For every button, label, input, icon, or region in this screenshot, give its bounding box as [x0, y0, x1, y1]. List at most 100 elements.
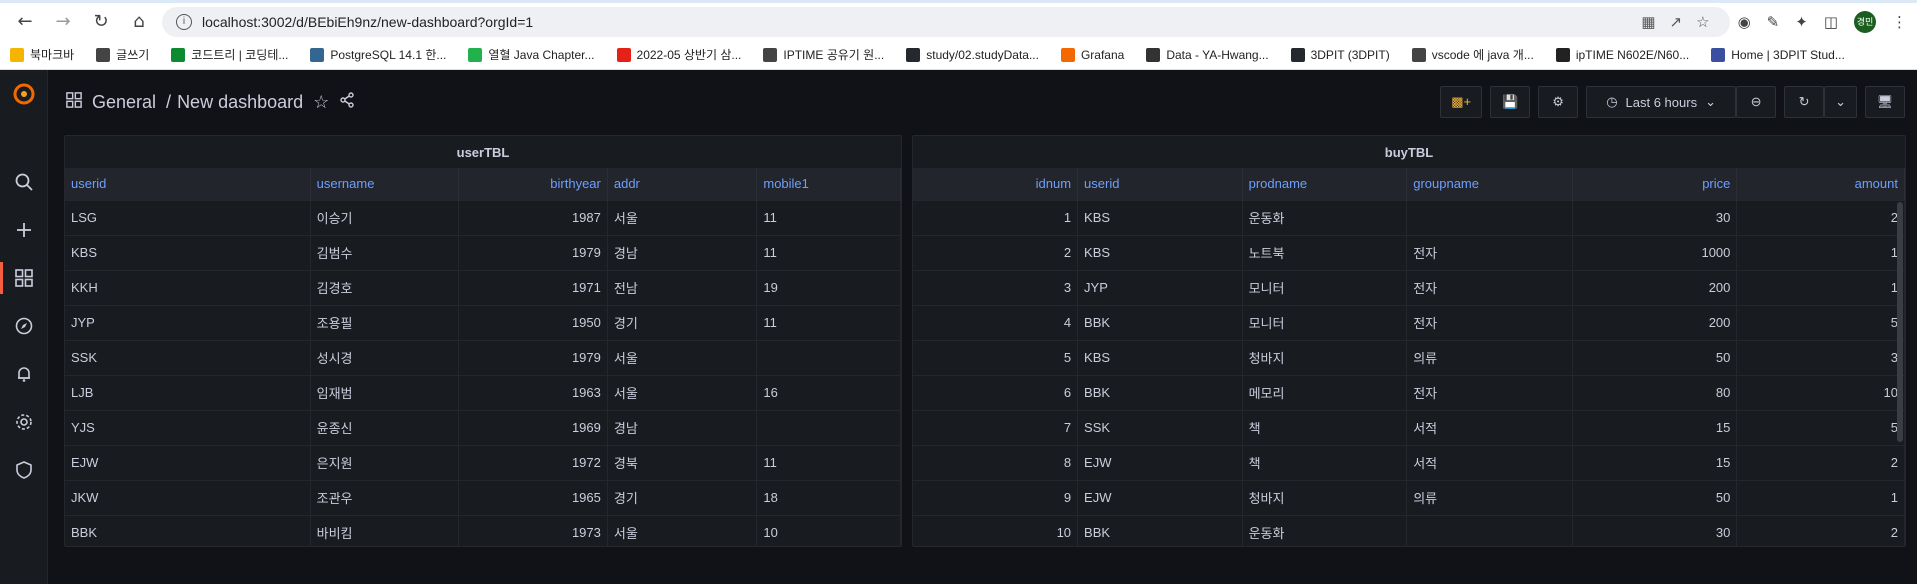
table-cell-userid: JYP [1077, 269, 1243, 305]
favorite-star-icon[interactable]: ☆ [313, 92, 329, 113]
breadcrumb-folder[interactable]: General [92, 92, 156, 113]
table-cell-birthyear: 1973 [458, 514, 608, 546]
table-row: KBS 김범수 1979 경남 11 [65, 234, 901, 270]
column-header-userid[interactable]: userid [1077, 168, 1243, 200]
table-cell-prodname: 메모리 [1242, 374, 1408, 410]
scrollbar[interactable] [1897, 202, 1903, 442]
profile-avatar[interactable]: 경민 [1854, 10, 1876, 33]
table-cell-groupname [1406, 199, 1573, 235]
column-header-idnum[interactable]: idnum [913, 168, 1079, 200]
table-cell-price: 200 [1572, 269, 1738, 305]
table-cell-price: 30 [1572, 514, 1738, 546]
column-header-mobile1[interactable]: mobile1 [756, 168, 901, 200]
table-cell-groupname: 전자 [1406, 269, 1573, 305]
bookmark-favicon-icon [763, 47, 778, 62]
configuration-gear-icon[interactable] [0, 406, 48, 438]
table-cell-userid: KBS [1077, 234, 1243, 270]
extensions-puzzle-icon[interactable]: ✦ [1795, 13, 1808, 31]
bookmark-item[interactable]: 열혈 Java Chapter... [468, 46, 595, 63]
table-cell-amount: 2 [1736, 199, 1905, 235]
table-cell-idnum: 5 [913, 339, 1079, 375]
table-cell-birthyear: 1963 [458, 374, 608, 410]
home-icon[interactable]: ⌂ [124, 7, 154, 37]
column-header-amount[interactable]: amount [1736, 168, 1905, 200]
chevron-down-icon: ⌄ [1835, 94, 1846, 109]
column-header-prodname[interactable]: prodname [1242, 168, 1408, 200]
column-header-price[interactable]: price [1572, 168, 1738, 200]
bookmark-item[interactable]: IPTIME 공유기 원... [763, 46, 884, 63]
bookmark-item[interactable]: Home | 3DPIT Stud... [1711, 47, 1845, 62]
server-admin-shield-icon[interactable] [0, 454, 48, 486]
search-icon[interactable] [0, 166, 48, 198]
side-panel-icon[interactable]: ◫ [1824, 13, 1838, 31]
table-cell-userid: BBK [1077, 304, 1243, 340]
menu-dots-icon[interactable]: ⋮ [1892, 13, 1907, 31]
bookmark-item[interactable]: vscode 에 java 개... [1411, 46, 1534, 63]
bookmark-item[interactable]: 2022-05 상반기 삼... [616, 46, 742, 63]
camera-icon[interactable]: ◉ [1738, 13, 1751, 31]
table-cell-prodname: 책 [1242, 409, 1408, 445]
zoom-out-button[interactable]: ⊖ [1736, 86, 1777, 118]
grafana-logo-icon[interactable] [0, 78, 48, 110]
forward-icon[interactable]: → [48, 7, 78, 37]
bookmark-favicon-icon [10, 47, 24, 62]
add-panel-icon: ▩+ [1451, 94, 1472, 109]
dashboard-settings-button[interactable]: ⚙ [1538, 86, 1579, 118]
bookmark-label: vscode 에 java 개... [1431, 48, 1534, 62]
time-picker-button[interactable]: ◷ Last 6 hours ⌄ [1586, 86, 1737, 118]
table-cell-addr: 서울 [607, 199, 758, 235]
refresh-interval-button[interactable]: ⌄ [1824, 86, 1857, 118]
refresh-button[interactable]: ↻ [1784, 86, 1825, 118]
bookmark-item[interactable]: 북마크바 [10, 46, 74, 63]
translate-icon[interactable]: ▦ [1641, 13, 1655, 31]
address-bar[interactable]: i localhost:3002/d/BEbiEh9nz/new-dashboa… [162, 6, 1730, 37]
create-plus-icon[interactable] [0, 214, 48, 246]
table-cell-idnum: 1 [913, 199, 1079, 235]
table-cell-username: 은지원 [310, 444, 460, 480]
tv-mode-button[interactable]: 🖥 [1865, 86, 1905, 118]
bookmark-favicon-icon [310, 47, 325, 62]
bookmark-favicon-icon [1290, 47, 1305, 62]
column-header-username[interactable]: username [310, 168, 460, 200]
table-row: 2 KBS 노트북 전자 1000 1 [913, 234, 1905, 270]
table-cell-addr: 경기 [607, 479, 758, 515]
back-icon[interactable]: ← [10, 7, 40, 37]
dashboard-title[interactable]: New dashboard [177, 92, 303, 113]
panel-title[interactable]: buyTBL [913, 136, 1905, 168]
bookmark-star-icon[interactable]: ☆ [1696, 13, 1709, 31]
share-icon[interactable]: ↗ [1670, 13, 1683, 31]
table-cell-userid: EJW [65, 444, 311, 480]
bookmark-item[interactable]: PostgreSQL 14.1 한... [310, 46, 446, 63]
column-header-addr[interactable]: addr [607, 168, 758, 200]
bookmark-item[interactable]: study/02.studyData... [906, 47, 1039, 62]
dashboards-grid-icon[interactable] [0, 262, 48, 294]
save-dashboard-button[interactable]: 💾 [1490, 86, 1531, 118]
bookmark-item[interactable]: 코드트리 | 코딩테... [171, 46, 288, 63]
table-cell-birthyear: 1965 [458, 479, 608, 515]
bookmark-item[interactable]: ipTIME N602E/N60... [1555, 47, 1689, 62]
bookmark-favicon-icon [96, 47, 111, 62]
share-dashboard-icon[interactable] [339, 91, 355, 113]
explore-compass-icon[interactable] [0, 310, 48, 342]
bookmark-label: 2022-05 상반기 삼... [636, 48, 742, 62]
table-cell-amount: 2 [1736, 514, 1905, 546]
eyedropper-icon[interactable]: ✎ [1767, 13, 1780, 31]
table-cell-username: 김범수 [310, 234, 460, 270]
bookmark-favicon-icon [1146, 47, 1161, 62]
table-cell-prodname: 노트북 [1242, 234, 1408, 270]
add-panel-button[interactable]: ▩+ [1440, 86, 1483, 118]
table-cell-amount: 1 [1736, 479, 1905, 515]
column-header-groupname[interactable]: groupname [1406, 168, 1573, 200]
column-header-userid[interactable]: userid [65, 168, 311, 200]
table-cell-amount: 10 [1736, 374, 1905, 410]
table-cell-price: 50 [1572, 479, 1738, 515]
panel-title[interactable]: userTBL [65, 136, 901, 168]
site-info-icon[interactable]: i [176, 13, 192, 30]
bookmark-item[interactable]: 글쓰기 [96, 46, 149, 63]
column-header-birthyear[interactable]: birthyear [458, 168, 608, 200]
bookmark-item[interactable]: 3DPIT (3DPIT) [1290, 47, 1390, 62]
bookmark-item[interactable]: Data - YA-Hwang... [1146, 47, 1269, 62]
bookmark-item[interactable]: Grafana [1060, 47, 1124, 62]
reload-icon[interactable]: ↻ [86, 7, 116, 37]
alerting-bell-icon[interactable] [0, 358, 48, 390]
